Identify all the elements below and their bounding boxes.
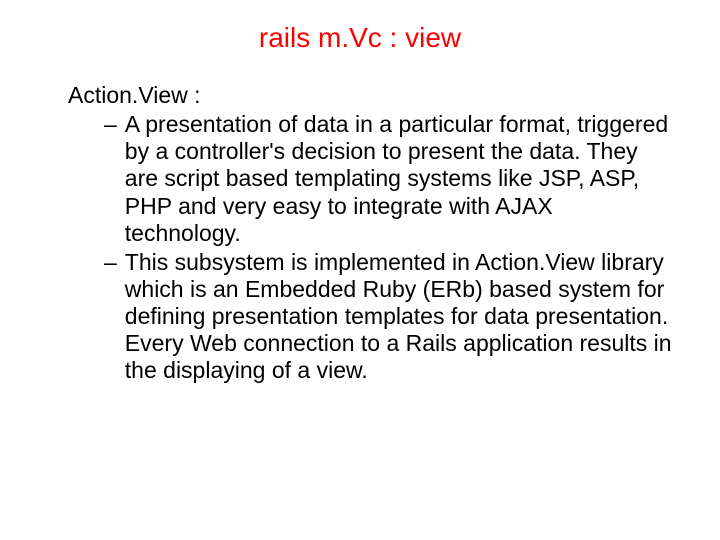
bullet-list: – A presentation of data in a particular… <box>104 111 672 384</box>
list-item: – This subsystem is implemented in Actio… <box>104 249 672 385</box>
body-heading: Action.View : <box>68 82 672 109</box>
list-item: – A presentation of data in a particular… <box>104 111 672 247</box>
dash-icon: – <box>104 111 125 247</box>
bullet-text: This subsystem is implemented in Action.… <box>125 249 672 385</box>
slide: rails m.Vc : view Action.View : – A pres… <box>0 0 720 540</box>
dash-icon: – <box>104 249 125 385</box>
bullet-text: A presentation of data in a particular f… <box>125 111 672 247</box>
slide-title: rails m.Vc : view <box>48 22 672 54</box>
slide-body: Action.View : – A presentation of data i… <box>48 82 672 384</box>
